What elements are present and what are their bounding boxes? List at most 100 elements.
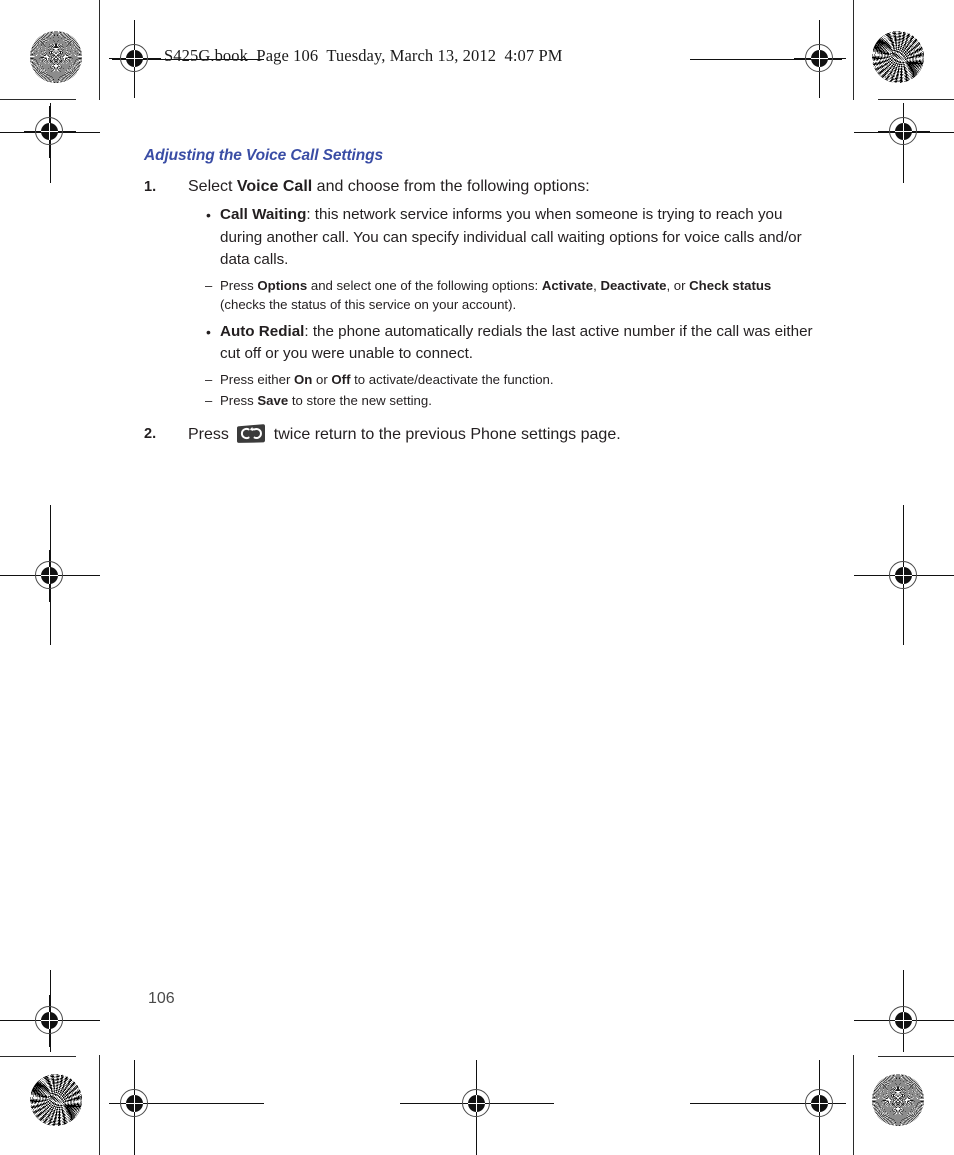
reg-arm-bottom-right-h <box>690 1103 842 1105</box>
step-body: Press twice return to the previous Phone… <box>188 423 844 446</box>
reg-arm-mid-right-h <box>854 575 954 577</box>
body-text: Press <box>220 392 258 408</box>
sub-bullet-marker: – <box>205 277 213 293</box>
reg-arm-bottom-left-v <box>134 1060 136 1155</box>
reg-target-lower-right <box>878 995 930 1047</box>
body-text: Press <box>188 425 234 443</box>
reg-target-bottom-center <box>451 1078 503 1130</box>
reg-target-bottom-right <box>794 1078 846 1130</box>
page-number: 106 <box>148 990 175 1007</box>
bullet-text: Auto Redial: the phone automatically red… <box>220 321 824 366</box>
bullet-marker: • <box>206 323 211 340</box>
body-text: to activate/deactivate the function. <box>350 371 554 387</box>
body-text: , or <box>666 277 690 293</box>
body-text: Select <box>188 178 237 195</box>
print-marks-layer <box>0 0 954 1155</box>
reg-target-upper-left <box>24 106 76 158</box>
sub-bullet-text: Press Options and select one of the foll… <box>220 276 820 315</box>
reg-target-top-left <box>109 33 161 85</box>
reg-arm-lower-right-v <box>903 970 905 1052</box>
bullet-text: Call Waiting: this network service infor… <box>220 204 824 272</box>
reg-arm-top-left-v <box>134 20 136 98</box>
reg-arm-mid-left-h <box>0 575 100 577</box>
body-text: to store the new setting. <box>288 392 432 408</box>
emphasis-text: Check status <box>689 277 772 293</box>
trim-line-top-left-horizontal <box>0 99 76 100</box>
step-bullet-list: • Call Waiting: this network service inf… <box>188 204 844 411</box>
reg-arm-mid-right-v <box>903 505 905 645</box>
reg-arm-upper-left-v <box>50 103 52 183</box>
starburst-patch-bottom-right <box>872 1074 924 1126</box>
body-text: and select one of the following options: <box>307 277 542 293</box>
reg-arm-lower-right-h <box>854 1020 954 1022</box>
reg-arm-lower-left-v <box>50 970 52 1052</box>
reg-target-bottom-left <box>109 1078 161 1130</box>
step-body: Select Voice Call and choose from the fo… <box>188 176 844 417</box>
procedure-step: 2. Press twice return to the previous Ph… <box>144 423 844 446</box>
emphasis-text: Options <box>257 277 308 293</box>
reg-arm-upper-right-h <box>854 132 954 134</box>
body-text: twice return to the previous Phone setti… <box>269 425 621 443</box>
body-text: : this network service informs you when … <box>220 206 802 268</box>
sub-bullet-text: Press Save to store the new setting. <box>220 391 820 411</box>
trim-line-left-vertical-bottom <box>99 1055 100 1155</box>
sub-bullet-list: – Press Options and select one of the fo… <box>188 276 844 315</box>
moire-patch-bottom-left <box>30 1074 82 1126</box>
emphasis-text: Off <box>331 371 351 387</box>
list-item: – Press either On or Off to activate/dea… <box>205 370 844 390</box>
list-item: – Press Save to store the new setting. <box>205 391 844 411</box>
reg-target-lower-left <box>24 995 76 1047</box>
procedure-step: 1. Select Voice Call and choose from the… <box>144 176 844 417</box>
sub-bullet-marker: – <box>205 392 213 408</box>
trim-line-right-vertical-bottom <box>853 1055 854 1155</box>
sub-bullet-list: – Press either On or Off to activate/dea… <box>188 370 844 411</box>
reg-target-top-right <box>794 33 846 85</box>
sub-bullet-text: Press either On or Off to activate/deact… <box>220 370 820 390</box>
reg-arm-bottom-right-v <box>819 1060 821 1155</box>
body-text: : the phone automatically redials the la… <box>220 322 813 363</box>
emphasis-text: Deactivate <box>600 277 667 293</box>
page-section-heading: Adjusting the Voice Call Settings <box>144 147 383 164</box>
sub-bullet-marker: – <box>205 371 213 387</box>
emphasis-text: Activate <box>541 277 594 293</box>
reg-arm-top-right-h <box>690 59 842 61</box>
reg-arm-bottom-center-h <box>400 1103 554 1105</box>
step-number: 2. <box>144 425 157 442</box>
reg-arm-top-right-v <box>819 20 821 98</box>
list-item: – Press Options and select one of the fo… <box>205 276 844 315</box>
reg-arm-upper-right-v <box>903 103 905 183</box>
list-item: • Call Waiting: this network service inf… <box>206 204 844 272</box>
trim-line-right-vertical <box>853 0 854 100</box>
reg-arm-upper-left-h <box>0 132 100 134</box>
body-text: Press <box>220 277 258 293</box>
book-header-line: S425G.book Page 106 Tuesday, March 13, 2… <box>164 46 563 65</box>
emphasis-text: Voice Call <box>236 178 313 195</box>
body-text: or <box>312 371 332 387</box>
trim-line-bottom-right-horizontal <box>878 1056 954 1057</box>
reg-arm-bottom-center-v <box>476 1060 478 1155</box>
emphasis-text: Save <box>257 392 289 408</box>
reg-arm-mid-left-v <box>50 505 52 645</box>
starburst-patch-top-left <box>30 31 82 83</box>
step-number: 1. <box>144 179 157 195</box>
reg-target-upper-right <box>878 106 930 158</box>
trim-line-left-vertical <box>99 0 100 100</box>
trim-line-top-right-horizontal <box>878 99 954 100</box>
moire-patch-top-right <box>872 31 924 83</box>
trim-line-bottom-left-horizontal <box>0 1056 76 1057</box>
bullet-marker: • <box>206 207 211 223</box>
back-key-icon <box>236 423 266 444</box>
step-text: Press twice return to the previous Phone… <box>188 423 844 446</box>
step-text: Select Voice Call and choose from the fo… <box>188 176 844 198</box>
emphasis-text: Auto Redial <box>220 322 305 340</box>
reg-target-mid-right <box>878 550 930 602</box>
reg-target-mid-left <box>24 550 76 602</box>
reg-arm-bottom-left-h <box>112 1103 264 1105</box>
body-text: (checks the status of this service on yo… <box>220 297 517 312</box>
body-text: Press either <box>220 371 295 387</box>
body-text: and choose from the following options: <box>312 178 590 195</box>
list-item: • Auto Redial: the phone automatically r… <box>206 321 844 366</box>
emphasis-text: Call Waiting <box>220 206 307 223</box>
procedure-steps-list: 1. Select Voice Call and choose from the… <box>144 176 844 448</box>
reg-arm-lower-left-h <box>0 1020 100 1022</box>
